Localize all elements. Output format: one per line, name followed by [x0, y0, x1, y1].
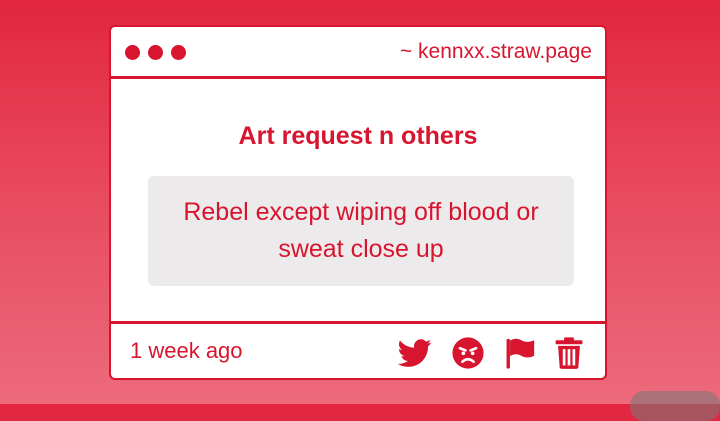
trash-icon — [555, 337, 583, 369]
angry-face-icon — [452, 337, 484, 369]
post-footer: 1 week ago — [111, 321, 605, 378]
flag-icon — [506, 338, 535, 369]
message-box: Rebel except wiping off blood or sweat c… — [148, 176, 574, 286]
delete-button[interactable] — [552, 336, 586, 370]
window-dot — [171, 45, 186, 60]
post-heading: Art request n others — [238, 122, 478, 150]
twitter-share-button[interactable] — [398, 336, 432, 370]
post-timestamp: 1 week ago — [130, 338, 243, 363]
twitter-icon — [398, 339, 432, 367]
message-text: Rebel except wiping off blood or sweat c… — [183, 198, 539, 263]
react-button[interactable] — [451, 336, 485, 370]
window-dot — [148, 45, 163, 60]
window-titlebar: ~ kennxx.straw.page — [111, 27, 605, 79]
site-label[interactable]: ~ kennxx.straw.page — [400, 40, 592, 64]
flag-button[interactable] — [503, 336, 537, 370]
window-dot — [125, 45, 140, 60]
post-card: ~ kennxx.straw.page Art request n others… — [109, 25, 607, 380]
overlay-pill[interactable] — [630, 391, 720, 421]
